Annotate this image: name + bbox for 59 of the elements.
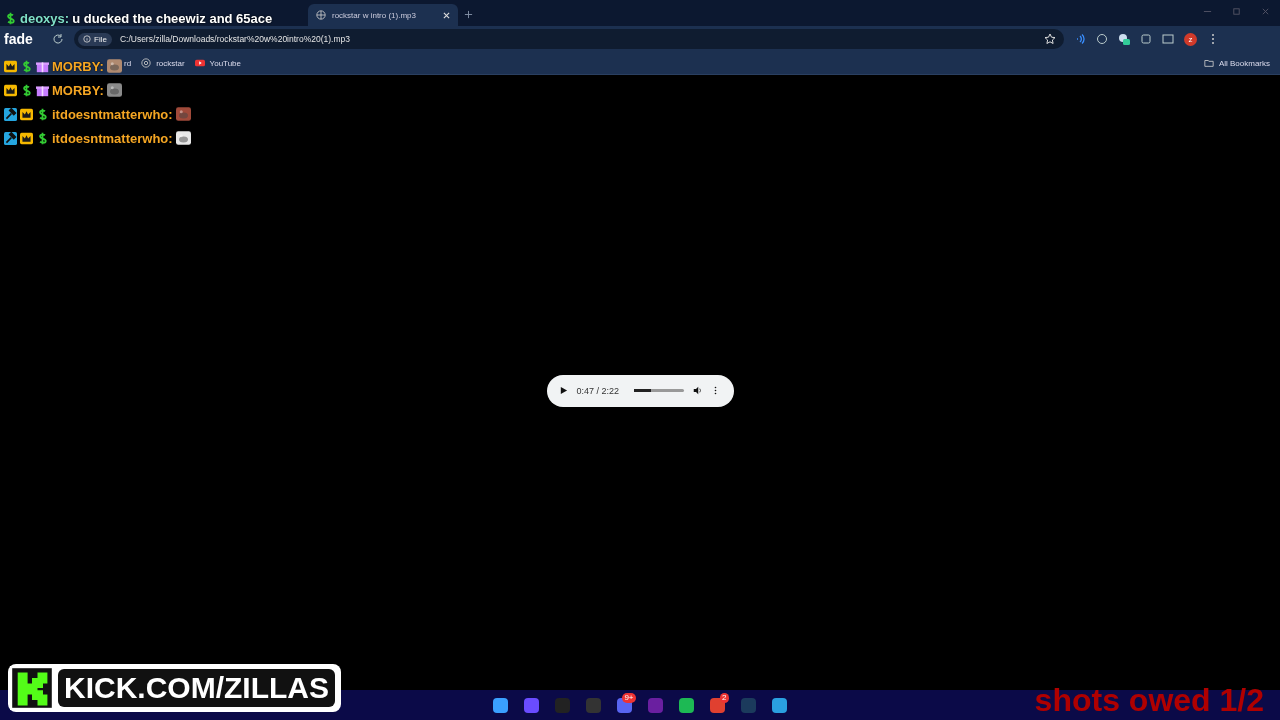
app-icon [555, 697, 570, 713]
dollar-icon [20, 59, 33, 73]
gift-icon [36, 83, 49, 97]
seek-bar[interactable] [634, 389, 685, 392]
crown-icon [4, 59, 17, 73]
chat-fragment: fade [4, 31, 33, 47]
chat-username: MORBY: [52, 82, 104, 98]
info-icon [83, 35, 91, 43]
chat-username: deoxys: [20, 10, 70, 26]
app-icon [710, 697, 725, 713]
new-tab-icon[interactable] [464, 10, 473, 19]
app-icon [741, 697, 756, 713]
dollar-icon [4, 11, 17, 25]
app-icon [493, 697, 508, 713]
crown-icon [20, 107, 33, 121]
youtube-icon [194, 58, 205, 68]
app-icon [586, 697, 601, 713]
volume-icon[interactable] [693, 386, 703, 395]
folder-icon [1203, 58, 1214, 68]
app-icon [648, 697, 663, 713]
all-bookmarks[interactable]: All Bookmarks [1203, 58, 1270, 68]
bookmark[interactable]: rockstar [141, 58, 185, 68]
url-text: C:/Users/zilla/Downloads/rockstar%20w%20intro%20(1).mp3 [119, 34, 350, 44]
dollar-icon [36, 107, 49, 121]
tab-title: rockstar w intro (1).mp3 [332, 10, 418, 20]
star-icon[interactable] [1044, 33, 1056, 45]
globe-icon [316, 10, 326, 20]
chat-username: itdoesntmatterwho: [52, 130, 173, 146]
address-bar[interactable]: File C:/Users/zilla/Downloads/rockstar%20w%20intro%20(1).mp3 [74, 29, 1064, 49]
app-icon [772, 697, 787, 713]
chip-label: File [94, 34, 107, 44]
app-icon [679, 697, 694, 713]
chat-username: itdoesntmatterwho: [52, 106, 173, 122]
globe-icon [141, 58, 152, 68]
chat-message: u ducked the cheewiz and 65ace [72, 10, 273, 26]
shots-owed-text: shots owed 1/2 [1034, 682, 1264, 719]
dollar-icon [36, 131, 49, 145]
bookmark[interactable]: YouTube [194, 58, 241, 68]
notification-badge: 9+ [622, 693, 636, 703]
reload-icon[interactable] [52, 33, 64, 45]
playback-time: 0:47 / 2:22 [576, 385, 620, 396]
chat-username: MORBY: [52, 58, 104, 74]
play-icon[interactable] [558, 386, 568, 395]
profile-avatar[interactable]: z [1184, 32, 1197, 46]
hammer-icon [4, 107, 17, 121]
bookmark[interactable]: rd [124, 58, 132, 68]
browser-tab[interactable]: rockstar w intro (1).mp3 [308, 4, 458, 26]
crown-icon [20, 131, 33, 145]
app-icon [524, 697, 539, 713]
crown-icon [4, 83, 17, 97]
hammer-icon [4, 131, 17, 145]
channel-link-text: KICK.COM/ZILLAS [58, 669, 335, 707]
notification-badge: 2 [720, 693, 729, 703]
gift-icon [36, 59, 49, 73]
taskbar-app[interactable]: 9+ [613, 693, 636, 717]
site-info-chip[interactable]: File [78, 32, 112, 46]
dollar-icon [20, 83, 33, 97]
wave-icon[interactable] [1074, 33, 1086, 45]
taskbar-app[interactable]: 2 [706, 693, 729, 717]
